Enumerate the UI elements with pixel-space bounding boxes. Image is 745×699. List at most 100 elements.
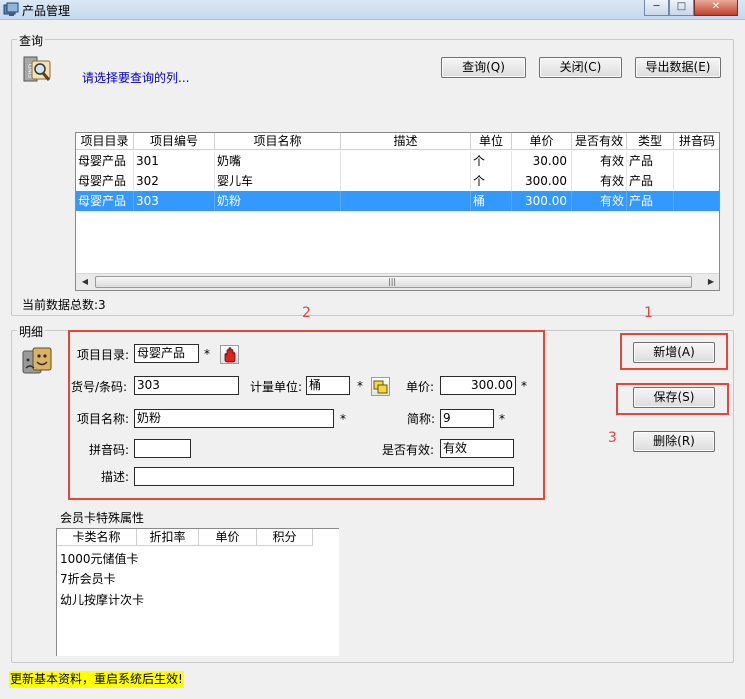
short-name-field[interactable]: 9 (440, 409, 494, 428)
cell-desc (341, 191, 471, 211)
scroll-left-icon[interactable]: ◀ (80, 277, 90, 287)
cell-name: 婴儿车 (215, 171, 341, 191)
cell-code: 303 (134, 191, 215, 211)
table-row-selected[interactable]: 母婴产品 303 奶粉 桶 300.00 有效 产品 (76, 191, 719, 211)
find-icon: FIND (23, 55, 53, 85)
cell-unit: 个 (471, 171, 512, 191)
category-field[interactable]: 母婴产品 (134, 344, 199, 363)
annotation-number-3: 3 (608, 430, 617, 446)
cell-category: 母婴产品 (76, 151, 134, 171)
cell-pinyin (674, 171, 719, 191)
column-header[interactable]: 折扣率 (137, 529, 199, 546)
annotation-number-1: 1 (644, 305, 653, 321)
column-header[interactable]: 卡类名称 (57, 529, 137, 546)
pinyin-label: 拼音码: (89, 443, 130, 457)
cell-code: 302 (134, 171, 215, 191)
description-field[interactable] (134, 467, 514, 486)
cell-desc (341, 171, 471, 191)
column-header[interactable]: 单位 (471, 133, 512, 150)
query-button[interactable]: 查询(Q) (441, 57, 526, 78)
cell-code: 301 (134, 151, 215, 171)
required-mark: * (499, 412, 505, 426)
cell-type: 产品 (627, 191, 674, 211)
cell-price: 30.00 (512, 151, 572, 171)
cell-pinyin (674, 191, 719, 211)
name-label: 项目名称: (77, 412, 130, 426)
query-group-label: 查询 (17, 32, 46, 49)
description-label: 描述: (101, 470, 130, 484)
export-data-button[interactable]: 导出数据(E) (635, 57, 721, 78)
column-header[interactable]: 单价 (199, 529, 257, 546)
cell-desc (341, 151, 471, 171)
table-header: 项目目录 项目编号 项目名称 描述 单位 单价 是否有效 类型 拼音码 (76, 133, 719, 150)
cell-type: 产品 (627, 171, 674, 191)
maximize-button[interactable]: □ (669, 0, 694, 16)
column-header[interactable]: 积分 (257, 529, 313, 546)
query-hint: 请选择要查询的列... (82, 71, 190, 85)
cell-valid: 有效 (572, 151, 627, 171)
code-field[interactable]: 303 (134, 376, 239, 395)
list-item[interactable]: 7折会员卡 (58, 569, 178, 589)
valid-label: 是否有效: (382, 443, 435, 457)
column-header[interactable]: 描述 (341, 133, 471, 150)
list-item[interactable]: 幼儿按摩计次卡 (58, 590, 178, 610)
cell-unit: 桶 (471, 191, 512, 211)
title-bar: 产品管理 ─ □ ✕ (0, 0, 745, 20)
member-card-table[interactable]: 卡类名称 折扣率 单价 积分 1000元储值卡 7折会员卡 幼儿按摩计次卡 (56, 528, 339, 656)
column-header[interactable]: 项目目录 (76, 133, 134, 150)
cell-type: 产品 (627, 151, 674, 171)
cell-category: 母婴产品 (76, 191, 134, 211)
list-item[interactable]: 1000元储值卡 (58, 549, 178, 569)
cell-name: 奶粉 (215, 191, 341, 211)
new-button[interactable]: 新增(A) (633, 342, 715, 363)
close-icon: ✕ (711, 1, 721, 12)
name-field[interactable]: 奶粉 (134, 409, 334, 428)
required-mark: * (204, 347, 210, 361)
maximize-icon: □ (676, 1, 687, 12)
cell-valid: 有效 (572, 171, 627, 191)
delete-button[interactable]: 删除(R) (633, 431, 715, 452)
table-row[interactable]: 母婴产品 301 奶嘴 个 30.00 有效 产品 (76, 151, 719, 171)
window-title: 产品管理 (22, 4, 71, 18)
unit-field[interactable]: 桶 (306, 376, 350, 395)
unit-label: 计量单位: (250, 380, 303, 394)
valid-field[interactable]: 有效 (440, 439, 514, 458)
theater-masks-icon (22, 347, 54, 377)
column-header[interactable]: 拼音码 (674, 133, 719, 150)
code-label: 货号/条码: (71, 380, 128, 394)
cell-price: 300.00 (512, 191, 572, 211)
detail-group-label: 明细 (17, 323, 46, 340)
column-header[interactable]: 是否有效 (572, 133, 627, 150)
horizontal-scrollbar[interactable]: ◀ ||| ▶ (76, 273, 719, 290)
close-button[interactable]: 关闭(C) (539, 57, 622, 78)
category-label: 项目目录: (77, 348, 130, 362)
cell-price: 300.00 (512, 171, 572, 191)
unit-picker-button[interactable] (371, 377, 390, 396)
close-window-button[interactable]: ✕ (694, 0, 738, 16)
required-mark: * (340, 412, 346, 426)
minimize-button[interactable]: ─ (644, 0, 669, 16)
product-table[interactable]: 项目目录 项目编号 项目名称 描述 单位 单价 是否有效 类型 拼音码 母婴产品… (75, 132, 720, 291)
column-header[interactable]: 项目编号 (134, 133, 215, 150)
status-message: 更新基本资料，重启系统后生效! (9, 671, 184, 688)
cell-pinyin (674, 151, 719, 171)
total-count: 当前数据总数:3 (22, 298, 106, 312)
cell-category: 母婴产品 (76, 171, 134, 191)
required-mark: * (521, 379, 527, 393)
price-field[interactable]: 300.00 (440, 376, 516, 395)
cell-name: 奶嘴 (215, 151, 341, 171)
minimize-icon: ─ (653, 1, 660, 12)
cell-unit: 个 (471, 151, 512, 171)
column-header[interactable]: 单价 (512, 133, 572, 150)
column-header[interactable]: 项目名称 (215, 133, 341, 150)
price-label: 单价: (406, 380, 435, 394)
short-name-label: 简称: (407, 412, 436, 426)
column-header[interactable]: 类型 (627, 133, 674, 150)
table-row[interactable]: 母婴产品 302 婴儿车 个 300.00 有效 产品 (76, 171, 719, 191)
scroll-right-icon[interactable]: ▶ (706, 277, 716, 287)
pinyin-field[interactable] (134, 439, 191, 458)
category-picker-button[interactable] (220, 345, 239, 364)
save-button[interactable]: 保存(S) (633, 387, 715, 408)
annotation-number-2: 2 (302, 305, 311, 321)
hand-pointer-icon (224, 347, 236, 363)
